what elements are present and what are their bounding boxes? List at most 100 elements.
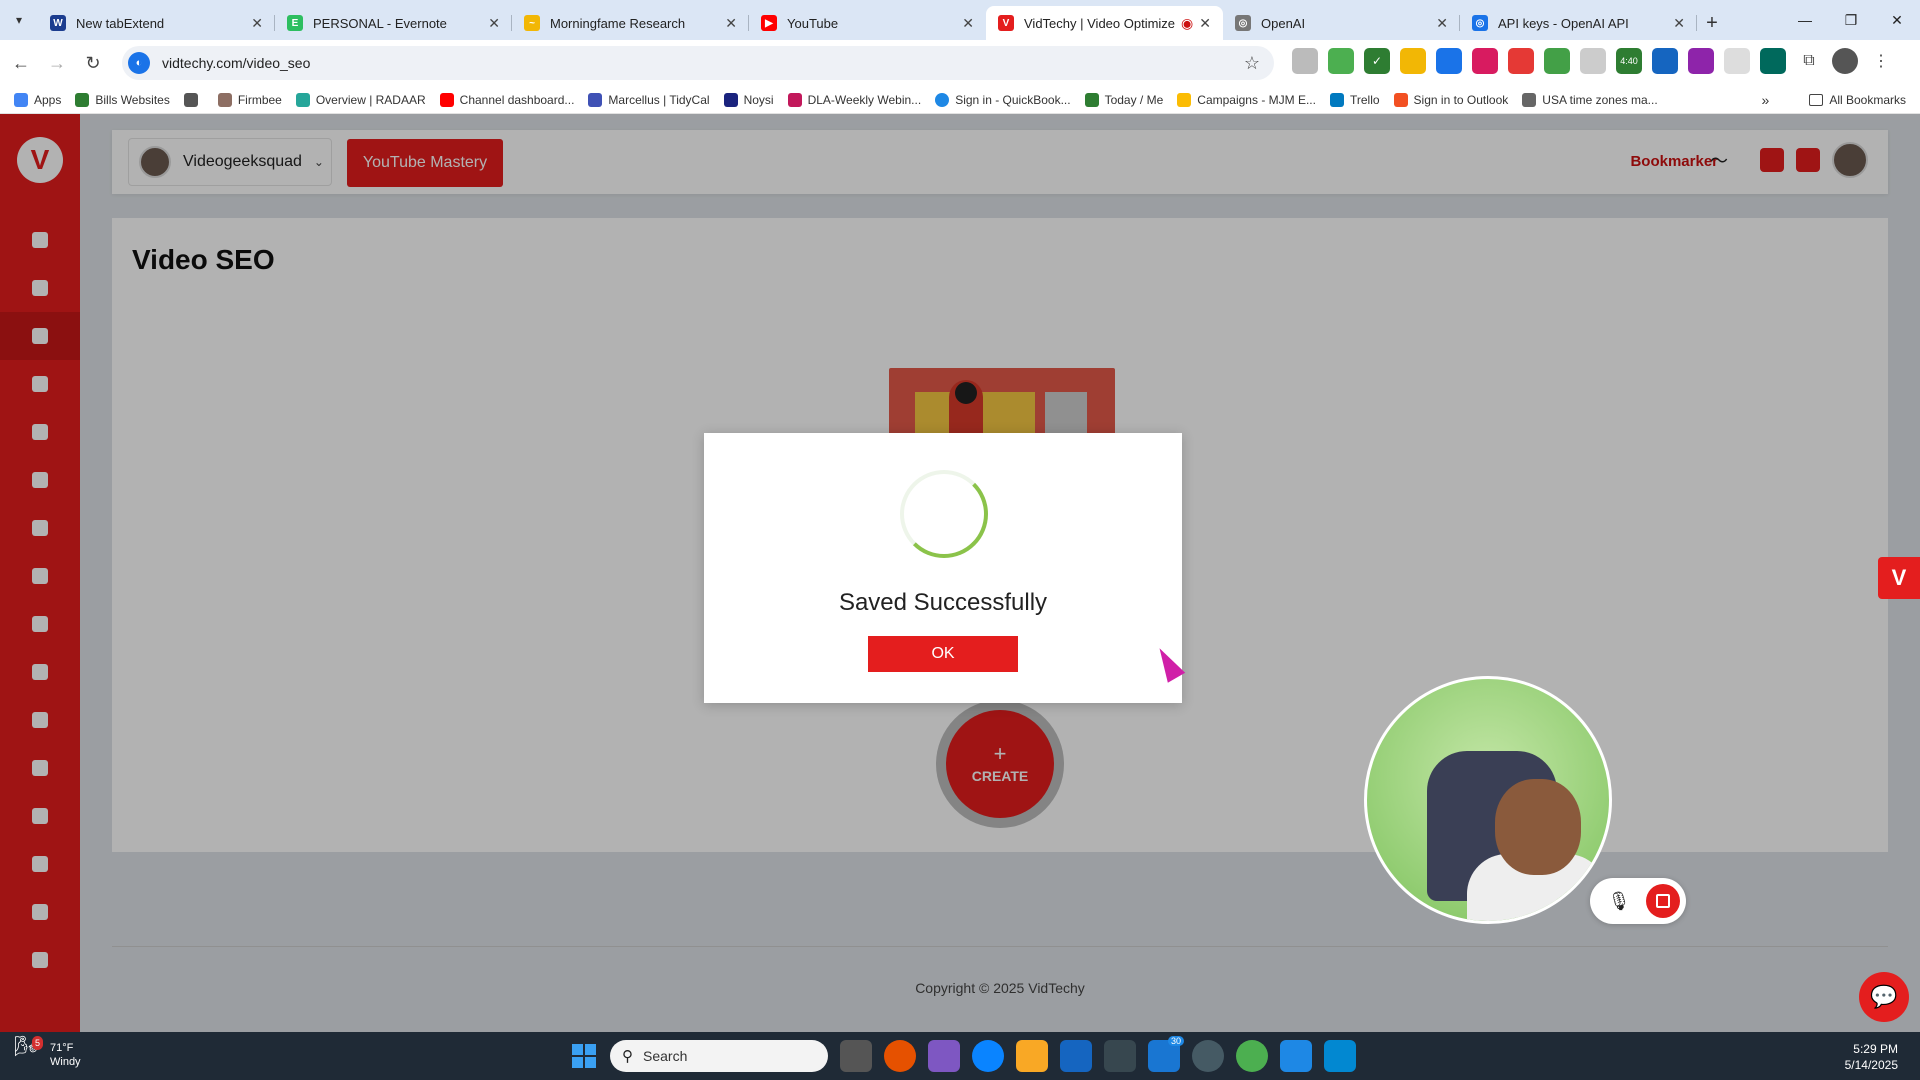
messenger-icon[interactable] (1280, 1040, 1312, 1072)
extension-icon[interactable] (1436, 48, 1462, 74)
weather-badge: 5 (32, 1036, 44, 1050)
url-text[interactable]: vidtechy.com/video_seo (162, 55, 310, 71)
taskbar-search[interactable]: ⚲ Search (610, 1040, 828, 1072)
profile-avatar[interactable] (1832, 48, 1858, 74)
bookmark-firmbee[interactable]: Firmbee (217, 92, 282, 107)
tab-title: New tabExtend (76, 15, 165, 31)
success-spinner-icon (900, 470, 988, 558)
bookmark-usa-time-zones[interactable]: USA time zones ma... (1522, 92, 1658, 107)
bookmark-grid[interactable] (183, 92, 204, 107)
tab-tabextend[interactable]: W New tabExtend ✕ (38, 6, 275, 40)
extension-icon[interactable] (1688, 48, 1714, 74)
clock-date: 5/14/2025 (1844, 1058, 1898, 1072)
bookmark-campaigns[interactable]: Campaigns - MJM E... (1177, 92, 1316, 107)
success-dialog: Saved Successfully OK (704, 433, 1182, 703)
extension-icon[interactable] (1760, 48, 1786, 74)
microphone-icon[interactable]: 🎙 (1606, 888, 1632, 914)
tab-youtube[interactable]: ▶ YouTube ✕ (749, 6, 986, 40)
bookmark-bills-websites[interactable]: Bills Websites (75, 92, 170, 107)
tab-search-chevron-icon[interactable]: ▾ (0, 0, 38, 40)
start-button[interactable] (572, 1044, 596, 1068)
openai-api-icon: ◎ (1472, 15, 1488, 31)
extension-icon[interactable] (1400, 48, 1426, 74)
close-tab-icon[interactable]: ✕ (1199, 15, 1211, 32)
extension-icon[interactable] (1472, 48, 1498, 74)
bookmark-outlook[interactable]: Sign in to Outlook (1393, 92, 1508, 107)
bookmark-radaar[interactable]: Overview | RADAAR (295, 92, 426, 107)
tab-vidtechy[interactable]: V VidTechy | Video Optimize ◉ ✕ (986, 6, 1223, 40)
radaar-icon (295, 92, 310, 107)
address-bar[interactable]: ◐ vidtechy.com/video_seo ☆ (122, 46, 1274, 80)
kebab-menu-icon[interactable]: ⋮ (1868, 48, 1894, 74)
dell-icon[interactable] (1192, 1040, 1224, 1072)
extension-icon[interactable] (1724, 48, 1750, 74)
restore-icon[interactable]: ❐ (1828, 0, 1874, 40)
close-window-icon[interactable]: ✕ (1874, 0, 1920, 40)
close-tab-icon[interactable]: ✕ (962, 15, 974, 32)
bookmarks-bar: Apps Bills Websites Firmbee Overview | R… (0, 86, 1920, 114)
bookmark-trello[interactable]: Trello (1329, 92, 1380, 107)
close-tab-icon[interactable]: ✕ (725, 15, 737, 32)
ok-button[interactable]: OK (868, 636, 1018, 672)
firefox-icon[interactable] (884, 1040, 916, 1072)
bookmark-dla-weekly[interactable]: DLA-Weekly Webin... (787, 92, 921, 107)
app-icon[interactable] (1324, 1040, 1356, 1072)
recording-controls: 🎙 (1590, 878, 1686, 924)
extension-icon[interactable] (1292, 48, 1318, 74)
tab-openai-api[interactable]: ◎ API keys - OpenAI API ✕ (1460, 6, 1697, 40)
puzzle-extensions-icon[interactable]: ⧉ (1796, 48, 1822, 74)
mail-icon[interactable]: 30 (1148, 1036, 1184, 1072)
system-clock[interactable]: 5:29 PM 5/14/2025 (1845, 1041, 1898, 1073)
extension-icon[interactable] (1544, 48, 1570, 74)
weather-condition: Windy (50, 1056, 81, 1068)
edge-icon[interactable] (972, 1040, 1004, 1072)
tab-evernote[interactable]: E PERSONAL - Evernote ✕ (275, 6, 512, 40)
close-tab-icon[interactable]: ✕ (1673, 15, 1685, 32)
clock-time: 5:29 PM (1853, 1042, 1898, 1056)
close-tab-icon[interactable]: ✕ (488, 15, 500, 32)
bookmark-noysi[interactable]: Noysi (723, 92, 774, 107)
bookmark-tidycal[interactable]: Marcellus | TidyCal (588, 92, 710, 107)
extension-icon[interactable] (1328, 48, 1354, 74)
bookmark-apps[interactable]: Apps (14, 92, 61, 107)
extension-icon[interactable] (1652, 48, 1678, 74)
tab-morningfame[interactable]: ~ Morningfame Research ✕ (512, 6, 749, 40)
pen-extension-icon[interactable] (1508, 48, 1534, 74)
webcam-bubble[interactable] (1364, 676, 1612, 924)
chat-support-button[interactable]: 💬 (1859, 972, 1909, 1022)
chrome-icon[interactable] (1236, 1040, 1268, 1072)
vidtechy-side-tab[interactable]: V (1878, 557, 1920, 599)
stop-recording-button[interactable] (1646, 884, 1680, 918)
checkmark-extension-icon[interactable]: ✓ (1364, 48, 1390, 74)
outlook-icon[interactable] (1060, 1040, 1092, 1072)
new-tab-button[interactable]: + (1697, 6, 1727, 40)
store-icon[interactable] (1104, 1040, 1136, 1072)
minimize-icon[interactable]: — (1782, 0, 1828, 40)
youtube-icon: ▶ (761, 15, 777, 31)
bookmark-quickbooks[interactable]: Sign in - QuickBook... (935, 92, 1071, 107)
weather-widget[interactable]: 🌬 71°F Windy 5 (14, 1036, 81, 1070)
copilot-icon[interactable] (928, 1040, 960, 1072)
timer-extension-icon[interactable]: 4:40 (1616, 48, 1642, 74)
more-bookmarks-chevron-icon[interactable]: » (1762, 92, 1770, 108)
browser-toolbar: ← → ↻ ◐ vidtechy.com/video_seo ☆ ✓ 4:40 … (0, 40, 1920, 86)
all-bookmarks[interactable]: » All Bookmarks (1762, 86, 1906, 114)
file-explorer-icon[interactable] (1016, 1040, 1048, 1072)
reload-icon[interactable]: ↻ (78, 48, 108, 78)
task-view-icon[interactable] (840, 1040, 872, 1072)
tabextend-icon: W (50, 15, 66, 31)
youtube-icon (439, 92, 454, 107)
google-ads-icon (1177, 92, 1192, 107)
tab-openai[interactable]: ◎ OpenAI ✕ (1223, 6, 1460, 40)
site-info-icon[interactable]: ◐ (128, 52, 150, 74)
firmbee-icon (217, 92, 232, 107)
extension-icon[interactable] (1580, 48, 1606, 74)
forward-icon[interactable]: → (42, 48, 72, 78)
bookmark-today-me[interactable]: Today / Me (1084, 92, 1163, 107)
bookmark-channel-dashboard[interactable]: Channel dashboard... (439, 92, 574, 107)
close-tab-icon[interactable]: ✕ (251, 15, 263, 32)
close-tab-icon[interactable]: ✕ (1436, 15, 1448, 32)
tab-title: Morningfame Research (550, 15, 686, 31)
bookmark-star-icon[interactable]: ☆ (1244, 53, 1260, 74)
back-icon[interactable]: ← (6, 48, 36, 78)
